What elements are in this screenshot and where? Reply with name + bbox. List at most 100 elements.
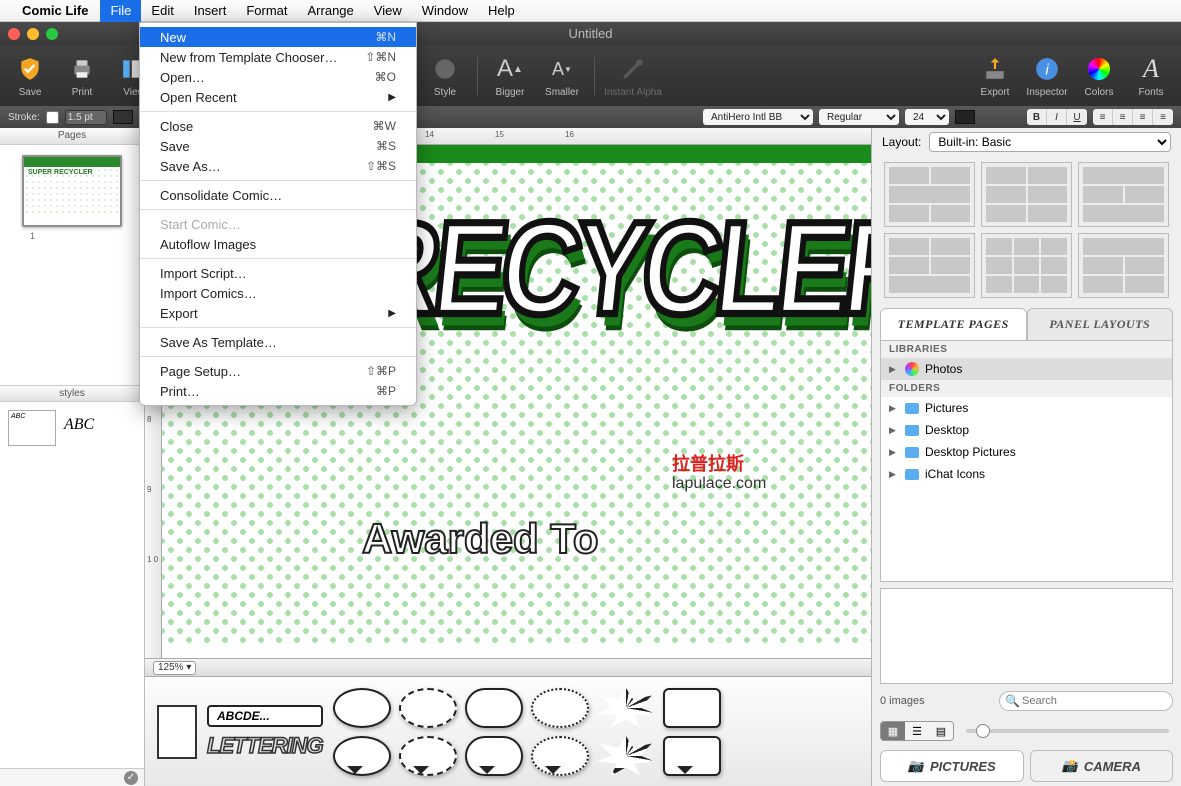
menu-item-page-setup[interactable]: Page Setup…⇧⌘P	[140, 361, 416, 381]
tab-template-pages[interactable]: TEMPLATE PAGES	[880, 308, 1027, 340]
print-button[interactable]: Print	[58, 48, 106, 104]
zoom-window-button[interactable]	[46, 28, 58, 40]
caption-rect[interactable]	[663, 688, 721, 728]
layout-select[interactable]: Built-in: Basic	[929, 132, 1171, 152]
menu-file[interactable]: File	[100, 0, 141, 22]
menu-format[interactable]: Format	[236, 0, 297, 22]
layout-option-4[interactable]	[884, 233, 975, 298]
menu-item-close[interactable]: Close⌘W	[140, 116, 416, 136]
tab-panel-layouts[interactable]: PANEL LAYOUTS	[1027, 308, 1174, 340]
text-align-segmented: ≡ ≡ ≡ ≡	[1093, 109, 1173, 125]
align-right-button[interactable]: ≡	[1133, 109, 1153, 125]
text-color-well[interactable]	[955, 110, 975, 124]
align-justify-button[interactable]: ≡	[1153, 109, 1173, 125]
library-photos-row[interactable]: ▶Photos	[881, 358, 1172, 380]
elements-tray: ABCDE... LETTERING	[145, 676, 871, 786]
export-button[interactable]: Export	[971, 48, 1019, 104]
menu-item-open[interactable]: Open…⌘O	[140, 67, 416, 87]
layout-option-2[interactable]	[981, 162, 1072, 227]
exclaim-balloon-tail[interactable]	[597, 736, 655, 776]
speech-balloon-tail-1[interactable]	[333, 736, 391, 776]
stroke-color-well[interactable]	[113, 110, 133, 124]
stroke-value-field[interactable]	[65, 110, 107, 125]
menu-item-save[interactable]: Save⌘S	[140, 136, 416, 156]
colors-button[interactable]: Colors	[1075, 48, 1123, 104]
menu-item-print[interactable]: Print…⌘P	[140, 381, 416, 401]
folder-desktop-pictures-row[interactable]: ▶Desktop Pictures	[881, 441, 1172, 463]
whisper-balloon[interactable]	[531, 688, 589, 728]
apply-style-button[interactable]: ✓	[124, 771, 138, 785]
align-center-button[interactable]: ≡	[1113, 109, 1133, 125]
list-view-button[interactable]: ☰	[905, 722, 929, 740]
grid-view-button[interactable]: ▦	[881, 722, 905, 740]
layout-option-3[interactable]	[1078, 162, 1169, 227]
close-window-button[interactable]	[8, 28, 20, 40]
column-view-button[interactable]: ▤	[929, 722, 953, 740]
font-family-select[interactable]: AntiHero Intl BB	[703, 109, 813, 125]
pages-list[interactable]: SUPER RECYCLER 1	[0, 145, 144, 385]
menu-item-save-template[interactable]: Save As Template…	[140, 332, 416, 352]
align-left-button[interactable]: ≡	[1093, 109, 1113, 125]
exclaim-balloon[interactable]	[597, 688, 655, 728]
info-icon: i	[1032, 53, 1062, 85]
traffic-lights	[8, 28, 58, 40]
menu-arrange[interactable]: Arrange	[298, 0, 364, 22]
caption-box-sample[interactable]: ABCDE...	[207, 705, 323, 727]
layout-label: Layout:	[882, 135, 921, 149]
inspector-button[interactable]: iInspector	[1023, 48, 1071, 104]
menu-item-import-comics[interactable]: Import Comics…	[140, 283, 416, 303]
folder-desktop-row[interactable]: ▶Desktop	[881, 419, 1172, 441]
menu-item-autoflow[interactable]: Autoflow Images	[140, 234, 416, 254]
panel-shape[interactable]	[157, 705, 197, 759]
fonts-button[interactable]: AFonts	[1127, 48, 1175, 104]
thumbnail-size-slider[interactable]	[966, 729, 1169, 733]
menu-view[interactable]: View	[364, 0, 412, 22]
smaller-button[interactable]: A▼Smaller	[538, 48, 586, 104]
tab-pictures[interactable]: 📷PICTURES	[880, 750, 1024, 782]
bigger-button[interactable]: A▲Bigger	[486, 48, 534, 104]
folder-ichat-row[interactable]: ▶iChat Icons	[881, 463, 1172, 485]
menu-help[interactable]: Help	[478, 0, 525, 22]
speech-balloon-tail-2[interactable]	[399, 736, 457, 776]
zoom-level-select[interactable]: 125% ▾	[153, 661, 196, 675]
caption-rect-plus[interactable]	[663, 736, 721, 776]
bold-button[interactable]: B	[1027, 109, 1047, 125]
tab-camera[interactable]: 📸CAMERA	[1030, 750, 1174, 782]
menu-edit[interactable]: Edit	[141, 0, 183, 22]
menu-item-open-recent[interactable]: Open Recent▶	[140, 87, 416, 107]
underline-button[interactable]: U	[1067, 109, 1087, 125]
speech-balloon-oval[interactable]	[333, 688, 391, 728]
page-thumbnail[interactable]: SUPER RECYCLER	[22, 155, 122, 227]
minimize-window-button[interactable]	[27, 28, 39, 40]
font-weight-select[interactable]: Regular	[819, 109, 899, 125]
layout-option-6[interactable]	[1078, 233, 1169, 298]
menu-item-import-script[interactable]: Import Script…	[140, 263, 416, 283]
thought-balloon-cloud[interactable]	[399, 688, 457, 728]
stroke-checkbox[interactable]	[46, 111, 59, 124]
menu-insert[interactable]: Insert	[184, 0, 237, 22]
styles-list[interactable]: ABC ABC	[0, 402, 144, 593]
app-name[interactable]: Comic Life	[22, 3, 88, 18]
style-button[interactable]: Style	[421, 48, 469, 104]
speech-balloon-tail-3[interactable]	[465, 736, 523, 776]
menu-window[interactable]: Window	[412, 0, 478, 22]
awarded-to-text[interactable]: Awarded To	[362, 515, 598, 563]
lettering-sample[interactable]: LETTERING	[207, 733, 323, 759]
menu-item-consolidate[interactable]: Consolidate Comic…	[140, 185, 416, 205]
layout-option-1[interactable]	[884, 162, 975, 227]
speech-balloon-tail-4[interactable]	[531, 736, 589, 776]
folder-pictures-row[interactable]: ▶Pictures	[881, 397, 1172, 419]
speech-balloon-rounded[interactable]	[465, 688, 523, 728]
menu-item-save-as[interactable]: Save As…⇧⌘S	[140, 156, 416, 176]
italic-button[interactable]: I	[1047, 109, 1067, 125]
menu-item-export[interactable]: Export▶	[140, 303, 416, 323]
menu-item-new[interactable]: New⌘N	[140, 27, 416, 47]
font-size-select[interactable]: 24	[905, 109, 949, 125]
layout-option-5[interactable]	[981, 233, 1072, 298]
save-button[interactable]: Save	[6, 48, 54, 104]
instant-alpha-button[interactable]: Instant Alpha	[603, 48, 663, 104]
menu-item-new-template[interactable]: New from Template Chooser…⇧⌘N	[140, 47, 416, 67]
sidebar-tabs: TEMPLATE PAGES PANEL LAYOUTS	[880, 308, 1173, 340]
search-input[interactable]	[999, 691, 1173, 711]
style-swatch[interactable]: ABC	[8, 410, 56, 446]
